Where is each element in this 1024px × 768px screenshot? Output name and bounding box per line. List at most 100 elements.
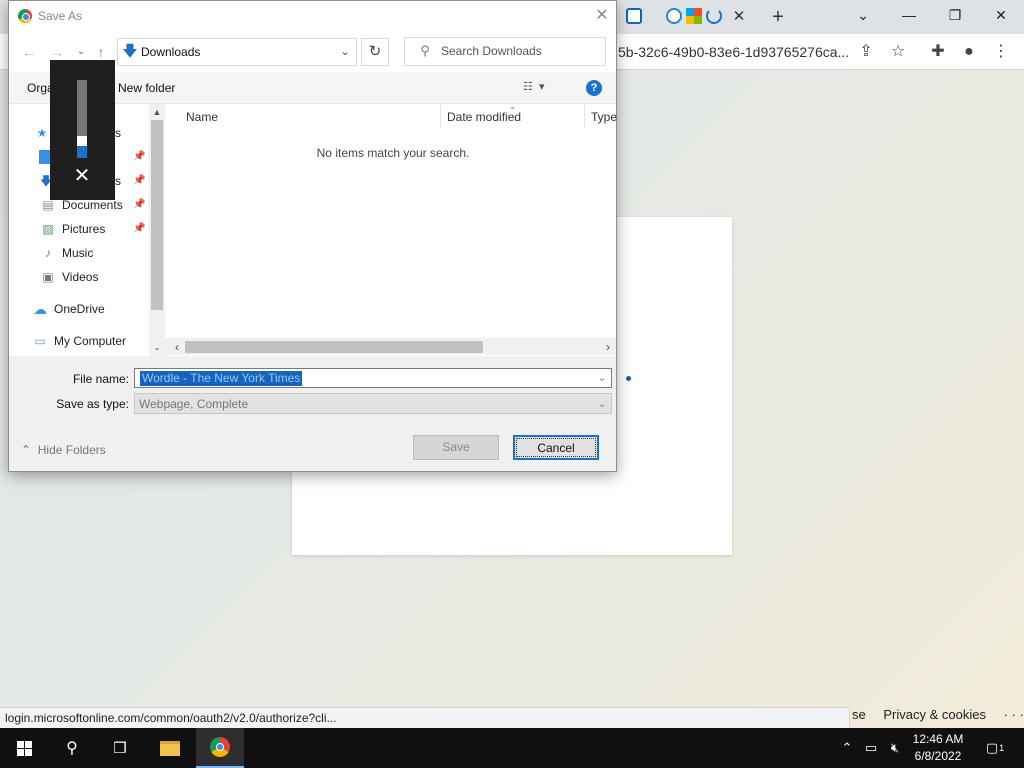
download-folder-icon: 🡇	[122, 43, 138, 60]
new-tab-button[interactable]: +	[768, 6, 788, 28]
save-as-type-select[interactable]: Webpage, Complete ⌄	[134, 393, 612, 414]
footer-more-button[interactable]: · · ·	[1004, 707, 1024, 722]
chevron-down-icon[interactable]: ⌄	[593, 370, 611, 386]
column-separator	[440, 104, 441, 128]
tray-chevron-up-icon[interactable]: ⌃	[838, 728, 856, 768]
tab-favicon-microsoft[interactable]	[686, 8, 702, 24]
tab-favicon-edge[interactable]	[666, 8, 682, 24]
sidebar-item-onedrive[interactable]: ☁ OneDrive	[9, 299, 149, 319]
sidebar-item-pictures[interactable]: ▨ Pictures 📌	[9, 219, 149, 239]
volume-flyout: ✕	[50, 60, 115, 200]
puzzle-icon[interactable]: ✚	[927, 41, 949, 63]
sidebar-item-videos[interactable]: ▣ Videos	[9, 267, 149, 287]
new-folder-button[interactable]: New folder	[118, 81, 175, 95]
restore-button[interactable]: ❐	[940, 4, 970, 26]
profile-icon[interactable]: ●	[958, 41, 980, 63]
hide-folders-label: Hide Folders	[37, 443, 106, 457]
scroll-down-icon[interactable]: ⌄	[149, 340, 165, 354]
chrome-logo-icon	[18, 9, 32, 23]
tab-loading-spinner-icon	[706, 8, 722, 24]
star-icon[interactable]: ☆	[887, 41, 909, 63]
pin-icon: 📌	[133, 175, 146, 186]
scroll-right-icon[interactable]: ›	[600, 339, 616, 355]
taskbar-clock[interactable]: 12:46 AM 6/8/2022	[906, 731, 970, 765]
sidebar-item-music[interactable]: ♪ Music	[9, 243, 149, 263]
file-name-value[interactable]: Wordle - The New York Times	[140, 371, 303, 386]
location-bar[interactable]: 🡇 Downloads ⌄	[117, 38, 357, 66]
scroll-up-icon[interactable]: ▲	[149, 105, 165, 119]
page-footer: se Privacy & cookies · · ·	[852, 707, 1024, 725]
file-explorer-icon[interactable]	[146, 728, 194, 768]
chevron-down-icon[interactable]: ⌄	[337, 44, 353, 60]
recent-locations-icon[interactable]: ⌄	[73, 43, 89, 61]
column-header-date-modified[interactable]: Date modified	[447, 110, 521, 128]
documents-icon: ▤	[42, 198, 54, 212]
search-icon[interactable]: ⚲	[48, 728, 96, 768]
view-options-icon[interactable]: ☷ ▾	[523, 80, 561, 96]
task-view-icon[interactable]: ❒	[96, 728, 144, 768]
search-icon: ⚲	[420, 43, 430, 58]
mute-close-icon[interactable]: ✕	[70, 164, 94, 188]
star-icon: ★	[36, 126, 48, 140]
volume-muted-icon[interactable]: 🔇︎	[884, 728, 906, 768]
sidebar-item-label: Videos	[62, 270, 99, 284]
taskbar: ⚲ ❒ ⌃ ▭ 🔇︎ 12:46 AM 6/8/2022 ▢ 1	[0, 728, 1024, 768]
loading-dot	[626, 376, 631, 381]
share-icon[interactable]: ⇪	[855, 41, 877, 63]
help-icon[interactable]: ?	[586, 80, 602, 96]
sidebar-item-my-computer[interactable]: ▭ My Computer	[9, 331, 149, 351]
footer-partial-link[interactable]: se	[852, 707, 866, 722]
back-arrow-icon[interactable]: ←	[21, 43, 37, 61]
clock-date: 6/8/2022	[914, 749, 962, 763]
start-button[interactable]	[0, 728, 48, 768]
tab-favicon-linkedin[interactable]	[626, 8, 642, 24]
scroll-left-icon[interactable]: ‹	[169, 339, 185, 355]
save-as-type-label: Save as type:	[56, 397, 129, 411]
tab-list-button[interactable]: ⌄	[848, 4, 878, 26]
privacy-cookies-link[interactable]: Privacy & cookies	[883, 707, 986, 722]
dialog-close-button[interactable]: ✕	[592, 6, 612, 26]
sidebar-item-label: Music	[62, 246, 94, 260]
sidebar-item-label: s	[115, 174, 121, 188]
dialog-titlebar: Save As ✕	[9, 1, 616, 32]
network-icon[interactable]: ▭	[860, 728, 882, 768]
file-list-scrollbar[interactable]: ‹ ›	[165, 338, 616, 355]
menu-icon[interactable]: ⋮	[990, 41, 1012, 63]
address-bar-url[interactable]: 5b-32c6-49b0-83e6-1d93765276ca...	[618, 44, 850, 62]
column-header-name[interactable]: Name	[186, 110, 218, 128]
speech-bubble-icon: ▢	[985, 740, 999, 755]
cloud-icon: ☁	[33, 301, 47, 317]
column-header-type[interactable]: Type	[591, 110, 617, 128]
computer-icon: ▭	[34, 334, 46, 348]
cancel-button[interactable]: Cancel	[513, 435, 599, 460]
search-input[interactable]	[439, 42, 599, 60]
window-close-button[interactable]: ✕	[986, 4, 1016, 26]
pin-icon: 📌	[133, 199, 146, 210]
volume-slider-thumb[interactable]	[77, 136, 87, 146]
sidebar-item-label: OneDrive	[54, 302, 105, 316]
chevron-down-icon[interactable]: ⌄	[593, 396, 611, 412]
sidebar-item-label: My Computer	[54, 334, 127, 348]
sidebar-item-label: Pictures	[62, 222, 106, 236]
tab-close-button[interactable]: ✕	[730, 8, 748, 26]
videos-icon: ▣	[42, 270, 54, 284]
file-name-field[interactable]: Wordle - The New York Times ⌄	[134, 368, 612, 388]
scrollbar-thumb[interactable]	[151, 120, 163, 310]
chevron-up-icon: ⌃	[21, 443, 32, 457]
hide-folders-button[interactable]: ⌃ Hide Folders	[21, 443, 106, 457]
up-arrow-icon[interactable]: ↑	[93, 43, 109, 61]
refresh-button[interactable]: ↻	[361, 38, 389, 66]
search-box[interactable]: ⚲	[404, 37, 606, 66]
file-list-pane: Name ⌄ Date modified Type No items match…	[165, 102, 617, 356]
notification-center-icon[interactable]: ▢ 1	[980, 728, 1010, 768]
scrollbar-thumb[interactable]	[185, 341, 483, 353]
pin-icon: 📌	[133, 223, 146, 234]
navigation-scrollbar[interactable]: ▲ ⌄	[149, 104, 165, 356]
save-button[interactable]: Save	[413, 435, 499, 460]
pictures-icon: ▨	[42, 222, 54, 236]
chrome-taskbar-icon[interactable]	[196, 728, 244, 768]
minimize-button[interactable]: —	[894, 4, 924, 26]
save-as-type-value: Webpage, Complete	[139, 397, 249, 411]
windows-logo-icon	[16, 740, 32, 756]
forward-arrow-icon[interactable]: →	[49, 43, 65, 61]
